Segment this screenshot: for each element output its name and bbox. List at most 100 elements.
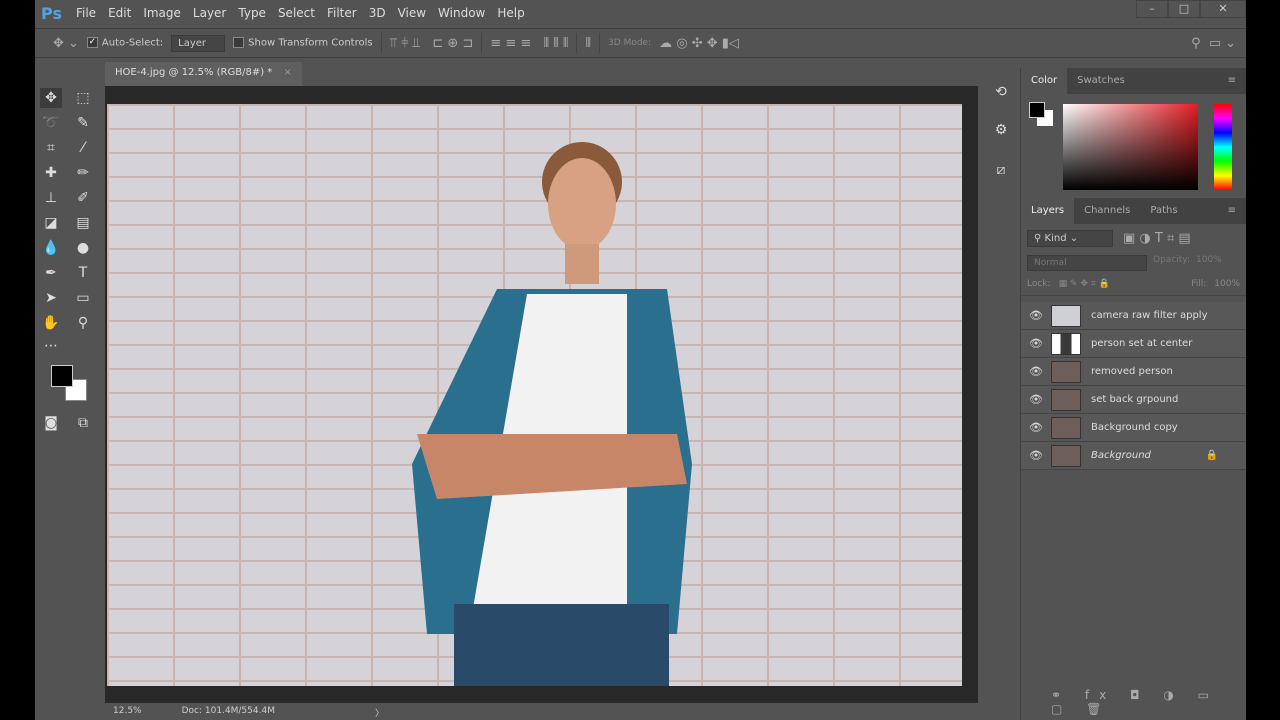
blur-tool-icon[interactable]: 💧 bbox=[40, 238, 62, 258]
layer-thumbnail bbox=[1051, 360, 1081, 383]
auto-select-checkbox[interactable]: ✓ Auto-Select: bbox=[86, 37, 163, 49]
person-photo bbox=[412, 142, 692, 686]
layer-row[interactable]: 👁 person set at center bbox=[1021, 330, 1246, 358]
visibility-eye-icon[interactable]: 👁 bbox=[1021, 309, 1051, 322]
visibility-eye-icon[interactable]: 👁 bbox=[1021, 393, 1051, 406]
show-transform-controls-checkbox[interactable]: Show Transform Controls bbox=[233, 37, 373, 49]
kind-filter-dropdown[interactable]: ⚲ Kind ⌄ bbox=[1027, 230, 1113, 247]
layer-name: person set at center bbox=[1091, 338, 1193, 349]
move-tool-icon[interactable]: ✥ ⌄ bbox=[53, 36, 79, 51]
eraser-tool-icon[interactable]: ◪ bbox=[40, 213, 62, 233]
minimize-button[interactable]: – bbox=[1136, 0, 1168, 18]
menu-file[interactable]: File bbox=[76, 6, 96, 20]
history-brush-icon[interactable]: ✐ bbox=[72, 188, 94, 208]
canvas-area[interactable] bbox=[105, 86, 978, 703]
visibility-eye-icon[interactable]: 👁 bbox=[1021, 421, 1051, 434]
menu-view[interactable]: View bbox=[398, 6, 426, 20]
fill-label: Fill: bbox=[1191, 279, 1207, 289]
menu-layer[interactable]: Layer bbox=[193, 6, 226, 20]
status-menu-arrow[interactable]: 〉 bbox=[375, 706, 384, 719]
layer-name: Background copy bbox=[1091, 422, 1178, 433]
menu-image[interactable]: Image bbox=[143, 6, 181, 20]
menu-window[interactable]: Window bbox=[438, 6, 485, 20]
marquee-tool-icon[interactable]: ⬚ bbox=[72, 88, 94, 108]
foreground-color-swatch[interactable] bbox=[51, 365, 73, 387]
menu-3d[interactable]: 3D bbox=[369, 6, 386, 20]
adjustments-icon[interactable]: ⧄ bbox=[990, 160, 1012, 180]
rectangle-tool-icon[interactable]: ▭ bbox=[72, 288, 94, 308]
screen-mode-icon[interactable]: ⧉ bbox=[72, 413, 94, 433]
healing-brush-icon[interactable]: ✚ bbox=[40, 163, 62, 183]
visibility-eye-icon[interactable]: 👁 bbox=[1021, 365, 1051, 378]
3d-mode-icons[interactable]: ☁ ◎ ✣ ✥ ▮◁ bbox=[659, 36, 739, 51]
layer-row[interactable]: 👁 set back grpound bbox=[1021, 386, 1246, 414]
eyedropper-icon[interactable]: ⁄ bbox=[72, 138, 94, 158]
document-image[interactable] bbox=[107, 104, 962, 686]
tab-swatches[interactable]: Swatches bbox=[1067, 68, 1135, 94]
color-foreground[interactable] bbox=[1029, 102, 1045, 118]
color-picker-field[interactable] bbox=[1063, 104, 1198, 190]
lock-icon: 🔒 bbox=[1205, 450, 1218, 461]
lock-icons[interactable]: ▦ ✎ ✥ ⌗ 🔒 bbox=[1059, 279, 1110, 289]
opacity-input[interactable]: 100% bbox=[1196, 255, 1222, 271]
visibility-eye-icon[interactable]: 👁 bbox=[1021, 449, 1051, 462]
pen-tool-icon[interactable]: ✒ bbox=[40, 263, 62, 283]
zoom-level[interactable]: 12.5% bbox=[113, 706, 142, 717]
menu-select[interactable]: Select bbox=[278, 6, 315, 20]
filter-type-icons[interactable]: ▣ ◑ T ⌗ ▤ bbox=[1123, 231, 1191, 246]
layer-name: camera raw filter apply bbox=[1091, 310, 1208, 321]
divider bbox=[576, 33, 578, 53]
layer-name: set back grpound bbox=[1091, 394, 1179, 405]
tab-channels[interactable]: Channels bbox=[1074, 198, 1140, 224]
zoom-tool-icon[interactable]: ⚲ bbox=[72, 313, 94, 333]
path-select-icon[interactable]: ➤ bbox=[40, 288, 62, 308]
tab-color[interactable]: Color bbox=[1021, 68, 1068, 94]
hue-slider[interactable] bbox=[1214, 104, 1232, 190]
3d-mode-label: 3D Mode: bbox=[608, 38, 652, 48]
quick-select-icon[interactable]: ✎ bbox=[72, 113, 94, 133]
layer-row[interactable]: 👁 Background 🔒 bbox=[1021, 442, 1246, 470]
menu-help[interactable]: Help bbox=[497, 6, 524, 20]
layer-row[interactable]: 👁 camera raw filter apply bbox=[1021, 302, 1246, 330]
menu-edit[interactable]: Edit bbox=[108, 6, 131, 20]
panel-menu-icon[interactable]: ≡ bbox=[1218, 198, 1246, 224]
layers-panel-tabs: Layers Channels Paths ≡ bbox=[1021, 198, 1246, 224]
ps-logo: Ps bbox=[41, 3, 62, 23]
panel-menu-icon[interactable]: ≡ bbox=[1218, 68, 1246, 94]
layer-bottom-icons[interactable]: ⚭ fx ◘ ◑ ▭ ▢ 🗑 bbox=[1051, 688, 1246, 716]
restore-button[interactable]: □ bbox=[1168, 0, 1200, 18]
close-tab-icon[interactable]: × bbox=[283, 67, 291, 78]
tab-paths[interactable]: Paths bbox=[1140, 198, 1187, 224]
brush-tool-icon[interactable]: ✏ bbox=[72, 163, 94, 183]
align-icons[interactable]: ⫪ ⫩ ⫫ ⊏ ⊕ ⊐ bbox=[390, 36, 474, 51]
visibility-eye-icon[interactable]: 👁 bbox=[1021, 337, 1051, 350]
menu-filter[interactable]: Filter bbox=[327, 6, 357, 20]
hand-tool-icon[interactable]: ✋ bbox=[40, 313, 62, 333]
menu-type[interactable]: Type bbox=[238, 6, 266, 20]
tab-layers[interactable]: Layers bbox=[1021, 198, 1075, 224]
gradient-tool-icon[interactable]: ▤ bbox=[72, 213, 94, 233]
layer-row[interactable]: 👁 Background copy bbox=[1021, 414, 1246, 442]
distribute-icons[interactable]: ≡ ≡ ≡ ⫴ ⫴ ⫴ bbox=[490, 36, 568, 51]
type-tool-icon[interactable]: T bbox=[72, 263, 94, 283]
search-icon[interactable]: ⚲ bbox=[1191, 36, 1201, 51]
history-icon[interactable]: ⟲ bbox=[990, 82, 1012, 102]
lasso-tool-icon[interactable]: ➰ bbox=[40, 113, 62, 133]
stamp-tool-icon[interactable]: ⊥ bbox=[40, 188, 62, 208]
layer-name: Background bbox=[1091, 450, 1151, 461]
document-tab[interactable]: HOE-4.jpg @ 12.5% (RGB/8#) * × bbox=[105, 62, 302, 86]
layer-row[interactable]: 👁 removed person bbox=[1021, 358, 1246, 386]
layer-select-dropdown[interactable]: Layer bbox=[171, 34, 226, 52]
crop-tool-icon[interactable]: ⌗ bbox=[40, 138, 62, 158]
auto-align-icon[interactable]: ⦀ bbox=[585, 36, 591, 51]
move-tool-icon[interactable]: ✥ bbox=[40, 88, 62, 108]
divider bbox=[599, 33, 601, 53]
quick-mask-icon[interactable]: ◙ bbox=[40, 413, 62, 433]
blend-mode-dropdown[interactable]: Normal bbox=[1027, 255, 1147, 271]
workspace-icon[interactable]: ▭ ⌄ bbox=[1209, 36, 1236, 51]
close-button[interactable]: ✕ bbox=[1200, 0, 1246, 18]
fill-input[interactable]: 100% bbox=[1214, 279, 1240, 289]
properties-icon[interactable]: ⚙ bbox=[990, 120, 1012, 140]
more-tools-icon[interactable]: ⋯ bbox=[40, 336, 62, 356]
dodge-tool-icon[interactable]: ● bbox=[72, 238, 94, 258]
